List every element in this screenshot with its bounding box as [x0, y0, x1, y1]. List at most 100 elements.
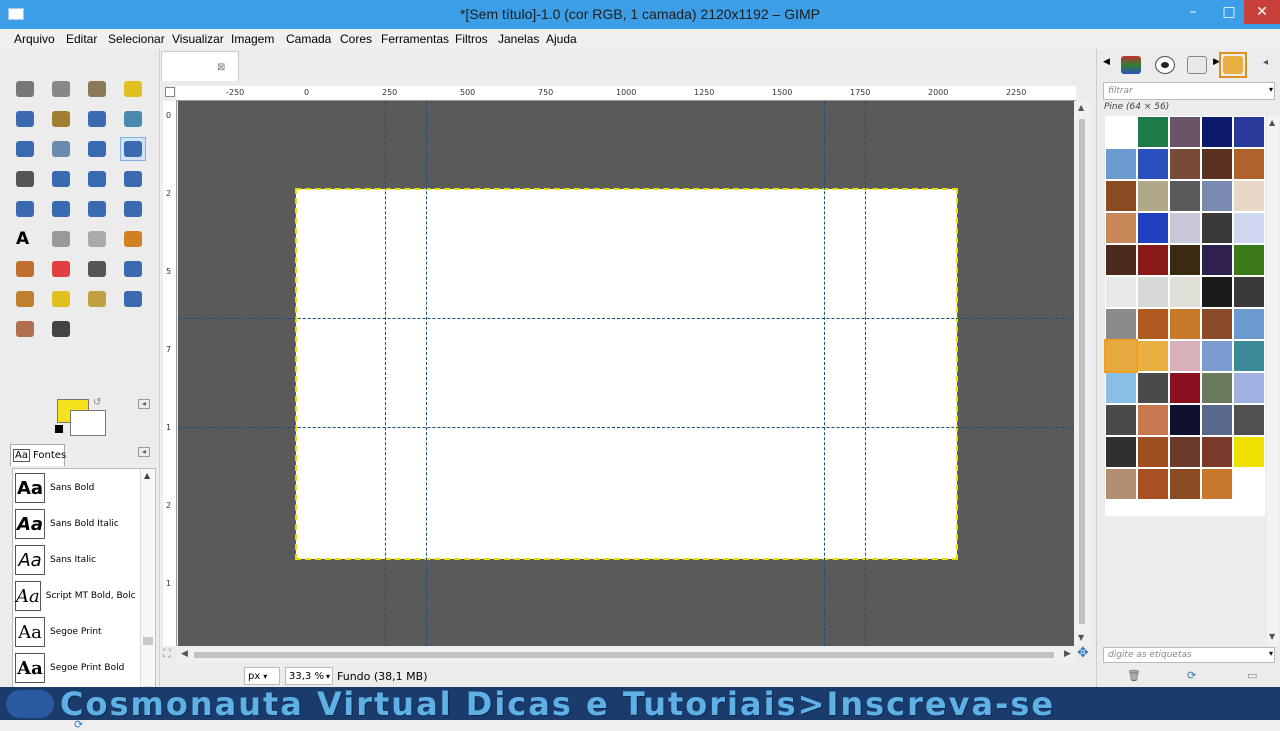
pattern-swatch[interactable]: [1202, 437, 1232, 467]
pattern-swatch[interactable]: [1202, 469, 1232, 499]
delete-pattern-icon[interactable]: 🗑: [1127, 669, 1141, 682]
hscroll-thumb[interactable]: [194, 652, 1054, 658]
tab-channels[interactable]: [1151, 52, 1179, 78]
pattern-swatch[interactable]: [1234, 213, 1264, 243]
fonts-scroll-thumb[interactable]: [143, 637, 153, 645]
pattern-swatch[interactable]: [1234, 437, 1264, 467]
pattern-swatch[interactable]: [1170, 117, 1200, 147]
pattern-swatch[interactable]: [1138, 405, 1168, 435]
menu-imagem[interactable]: Imagem: [231, 32, 274, 46]
image-tab[interactable]: ⊠: [161, 51, 239, 81]
quick-mask-corner-icon[interactable]: [165, 87, 175, 97]
tool-blend-button[interactable]: [84, 227, 110, 251]
pattern-swatch[interactable]: [1170, 437, 1200, 467]
vertical-guide[interactable]: [426, 101, 427, 646]
pattern-swatch[interactable]: [1106, 469, 1136, 499]
pattern-swatch[interactable]: [1170, 373, 1200, 403]
menu-janelas[interactable]: Janelas: [498, 32, 539, 46]
tool-ellipse-select-button[interactable]: [48, 77, 74, 101]
tool-perspective-button[interactable]: [48, 197, 74, 221]
swap-colors-icon[interactable]: ↺: [93, 397, 101, 408]
chevron-down-icon[interactable]: ▾: [1269, 85, 1273, 94]
pattern-swatch[interactable]: [1138, 309, 1168, 339]
pattern-swatch[interactable]: [1138, 437, 1168, 467]
pattern-swatch[interactable]: [1138, 373, 1168, 403]
dock-menu-icon[interactable]: ◂: [1263, 57, 1268, 68]
pattern-swatch[interactable]: [1138, 117, 1168, 147]
navigate-icon[interactable]: ✥: [1077, 645, 1089, 661]
tool-bucket-fill-button[interactable]: [48, 227, 74, 251]
tool-crop-button[interactable]: [48, 167, 74, 191]
tab-paths[interactable]: [1183, 52, 1211, 78]
scroll-up-icon[interactable]: ▲: [1078, 103, 1084, 112]
tool-color-select-button[interactable]: [12, 107, 38, 131]
pattern-swatch[interactable]: [1202, 405, 1232, 435]
tool-dodge-burn-button[interactable]: [48, 317, 74, 341]
fonts-panel-menu-icon[interactable]: ◂: [138, 447, 150, 457]
font-item-sans-italic[interactable]: Aa Sans Italic: [15, 543, 135, 577]
maximize-button[interactable]: □: [1214, 0, 1244, 24]
refresh-patterns-icon[interactable]: ⟳: [1187, 669, 1196, 682]
fonts-scrollbar[interactable]: ▲ ▼: [140, 469, 154, 699]
font-item-script-mt-bold[interactable]: Aa Script MT Bold, Bolc: [15, 579, 136, 613]
open-folder-icon[interactable]: ▭: [1247, 669, 1257, 682]
menu-visualizar[interactable]: Visualizar: [172, 32, 224, 46]
menu-arquivo[interactable]: Arquivo: [14, 32, 55, 46]
tool-heal-button[interactable]: [48, 287, 74, 311]
reset-colors-icon[interactable]: [55, 425, 63, 433]
tool-foreground-select-button[interactable]: [84, 107, 110, 131]
patterns-scrollbar[interactable]: ▲ ▼: [1267, 116, 1279, 646]
pattern-swatch[interactable]: [1106, 245, 1136, 275]
tool-ink-button[interactable]: [120, 257, 146, 281]
pattern-swatch[interactable]: [1106, 373, 1136, 403]
pattern-swatch[interactable]: [1138, 469, 1168, 499]
pattern-swatch[interactable]: [1170, 405, 1200, 435]
pattern-swatch[interactable]: [1202, 245, 1232, 275]
pattern-swatch[interactable]: [1202, 309, 1232, 339]
pattern-swatch[interactable]: [1106, 117, 1136, 147]
tool-scissors-select-button[interactable]: [48, 107, 74, 131]
chevron-down-icon[interactable]: ▾: [1269, 649, 1273, 658]
tool-paintbrush-button[interactable]: [12, 257, 38, 281]
tool-shear-button[interactable]: [12, 197, 38, 221]
pattern-swatch[interactable]: [1170, 277, 1200, 307]
pattern-swatch[interactable]: [1234, 181, 1264, 211]
pattern-swatch[interactable]: [1106, 277, 1136, 307]
pattern-swatch[interactable]: [1234, 405, 1264, 435]
tool-airbrush-button[interactable]: [84, 257, 110, 281]
tool-pencil-button[interactable]: [120, 227, 146, 251]
pattern-swatch[interactable]: [1202, 181, 1232, 211]
pattern-swatch[interactable]: [1138, 181, 1168, 211]
pattern-swatch[interactable]: [1104, 339, 1138, 373]
horizontal-guide[interactable]: [178, 318, 1074, 319]
tool-text-button[interactable]: A: [12, 227, 38, 251]
pattern-swatch[interactable]: [1234, 373, 1264, 403]
menu-filtros[interactable]: Filtros: [455, 32, 488, 46]
pattern-swatch[interactable]: [1170, 213, 1200, 243]
canvas-horizontal-scrollbar[interactable]: ◀ ▶: [176, 647, 1076, 663]
tool-move-button[interactable]: [120, 137, 146, 161]
tool-eraser-button[interactable]: [48, 257, 74, 281]
menu-selecionar[interactable]: Selecionar: [108, 32, 165, 46]
pattern-swatch[interactable]: [1138, 277, 1168, 307]
tool-measure-button[interactable]: [84, 137, 110, 161]
pattern-swatch[interactable]: [1106, 149, 1136, 179]
tool-blur-sharpen-button[interactable]: [120, 287, 146, 311]
tool-align-button[interactable]: [12, 167, 38, 191]
pattern-swatch[interactable]: [1170, 341, 1200, 371]
pattern-swatch[interactable]: [1106, 405, 1136, 435]
filter-input[interactable]: filtrar: [1103, 82, 1275, 100]
pattern-swatch[interactable]: [1202, 117, 1232, 147]
tab-fontes[interactable]: Aa Fontes: [10, 444, 66, 466]
image-canvas[interactable]: [295, 188, 958, 560]
pattern-swatch[interactable]: [1138, 341, 1168, 371]
pattern-swatch[interactable]: [1170, 469, 1200, 499]
pattern-swatch[interactable]: [1202, 373, 1232, 403]
tool-paths-button[interactable]: [120, 107, 146, 131]
canvas-vertical-scrollbar[interactable]: ▲ ▼: [1074, 101, 1092, 646]
pattern-swatch[interactable]: [1106, 213, 1136, 243]
background-color-swatch[interactable]: [70, 410, 106, 436]
menu-camada[interactable]: Camada: [286, 32, 331, 46]
menu-cores[interactable]: Cores: [340, 32, 372, 46]
scroll-down-icon[interactable]: ▼: [1078, 633, 1084, 642]
